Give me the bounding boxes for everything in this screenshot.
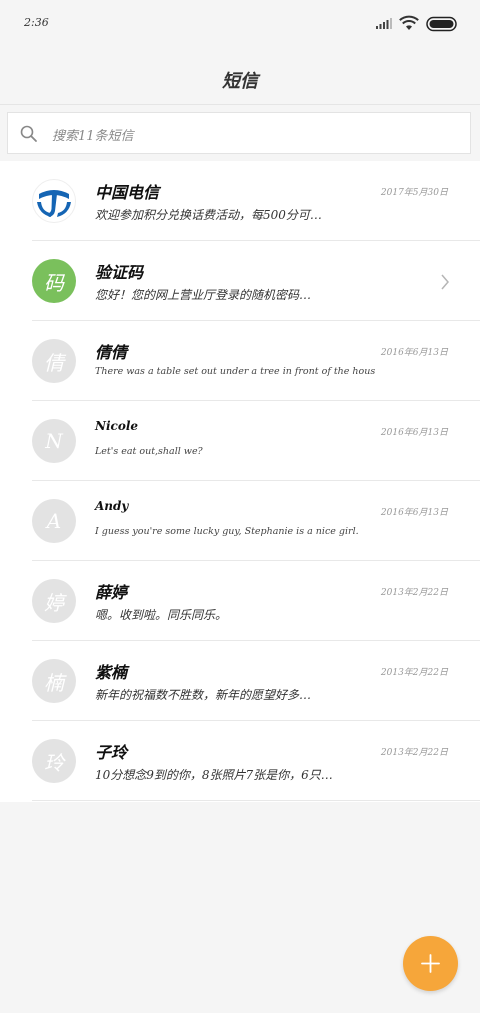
avatar-letter: 倩 bbox=[44, 350, 64, 375]
search-icon bbox=[20, 125, 37, 142]
avatar: A bbox=[32, 499, 76, 543]
message-preview: 嗯。收到啦。同乐同乐。 bbox=[95, 608, 228, 622]
avatar: 码 bbox=[32, 259, 76, 303]
status-time: 2:36 bbox=[24, 16, 49, 29]
contact-name: 紫楠 bbox=[95, 663, 128, 682]
message-preview: 您好！您的网上营业厅登录的随机密码… bbox=[95, 288, 312, 302]
conversation-item[interactable]: 楠 紫楠 2013年2月22日 新年的祝福数不胜数，新年的愿望好多… bbox=[0, 641, 480, 721]
signal-icon bbox=[376, 18, 392, 29]
message-preview: I guess you're some lucky guy, Stephanie… bbox=[95, 526, 359, 537]
message-preview: 10分想念9到的你，8张照片7张是你，6只… bbox=[95, 768, 333, 782]
status-bar: 2:36 bbox=[0, 0, 480, 50]
conversation-item[interactable]: 码 验证码 您好！您的网上营业厅登录的随机密码… bbox=[0, 241, 480, 321]
contact-name: 倩倩 bbox=[95, 343, 128, 362]
new-message-button[interactable] bbox=[403, 936, 458, 991]
avatar-letter: 玲 bbox=[44, 750, 64, 775]
search-input[interactable]: 搜索11条短信 bbox=[7, 112, 471, 154]
message-date: 2016年6月13日 bbox=[380, 348, 448, 358]
message-date: 2013年2月22日 bbox=[380, 588, 448, 598]
conversation-list: 中国电信 2017年5月30日 欢迎参加积分兑换话费活动，每500分可… 码 验… bbox=[0, 161, 480, 802]
message-preview: There was a table set out under a tree i… bbox=[95, 366, 376, 377]
chevron-right-icon bbox=[441, 274, 449, 290]
avatar: 玲 bbox=[32, 739, 76, 783]
china-telecom-logo-icon bbox=[37, 190, 71, 217]
avatar: N bbox=[32, 419, 76, 463]
message-preview: 欢迎参加积分兑换话费活动，每500分可… bbox=[95, 208, 322, 222]
avatar-letter: A bbox=[46, 509, 62, 533]
message-date: 2016年6月13日 bbox=[380, 508, 448, 518]
avatar-letter: 楠 bbox=[44, 670, 64, 695]
search-placeholder: 搜索11条短信 bbox=[52, 129, 134, 144]
contact-name: Andy bbox=[95, 499, 129, 513]
contact-name: 薛婷 bbox=[95, 583, 128, 602]
divider bbox=[32, 800, 480, 801]
search-section: 搜索11条短信 bbox=[0, 104, 480, 161]
avatar-letter: 婷 bbox=[44, 590, 64, 615]
conversation-item[interactable]: A Andy 2016年6月13日 I guess you're some lu… bbox=[0, 481, 480, 561]
title-bar: 短信 bbox=[0, 50, 480, 104]
avatar-letter: N bbox=[45, 429, 63, 453]
contact-name: 验证码 bbox=[95, 263, 144, 282]
avatar: 婷 bbox=[32, 579, 76, 623]
avatar: 倩 bbox=[32, 339, 76, 383]
conversation-item[interactable]: N Nicole 2016年6月13日 Let's eat out,shall … bbox=[0, 401, 480, 481]
avatar: 楠 bbox=[32, 659, 76, 703]
contact-name: 中国电信 bbox=[95, 183, 160, 202]
message-preview: 新年的祝福数不胜数，新年的愿望好多… bbox=[95, 688, 312, 702]
conversation-item[interactable]: 玲 子玲 2013年2月22日 10分想念9到的你，8张照片7张是你，6只… bbox=[0, 721, 480, 801]
avatar-letter: 码 bbox=[44, 270, 64, 295]
page-title: 短信 bbox=[222, 71, 258, 92]
wifi-icon bbox=[399, 15, 419, 30]
conversation-item[interactable]: 中国电信 2017年5月30日 欢迎参加积分兑换话费活动，每500分可… bbox=[0, 161, 480, 241]
avatar bbox=[32, 179, 76, 223]
message-date: 2013年2月22日 bbox=[380, 668, 448, 678]
contact-name: 子玲 bbox=[95, 743, 128, 762]
contact-name: Nicole bbox=[95, 419, 139, 433]
conversation-item[interactable]: 倩 倩倩 2016年6月13日 There was a table set ou… bbox=[0, 321, 480, 401]
plus-icon bbox=[421, 954, 440, 973]
message-date: 2017年5月30日 bbox=[380, 188, 448, 198]
message-date: 2013年2月22日 bbox=[380, 748, 448, 758]
battery-icon bbox=[426, 16, 457, 32]
message-preview: Let's eat out,shall we? bbox=[95, 446, 203, 457]
message-date: 2016年6月13日 bbox=[380, 428, 448, 438]
conversation-item[interactable]: 婷 薛婷 2013年2月22日 嗯。收到啦。同乐同乐。 bbox=[0, 561, 480, 641]
